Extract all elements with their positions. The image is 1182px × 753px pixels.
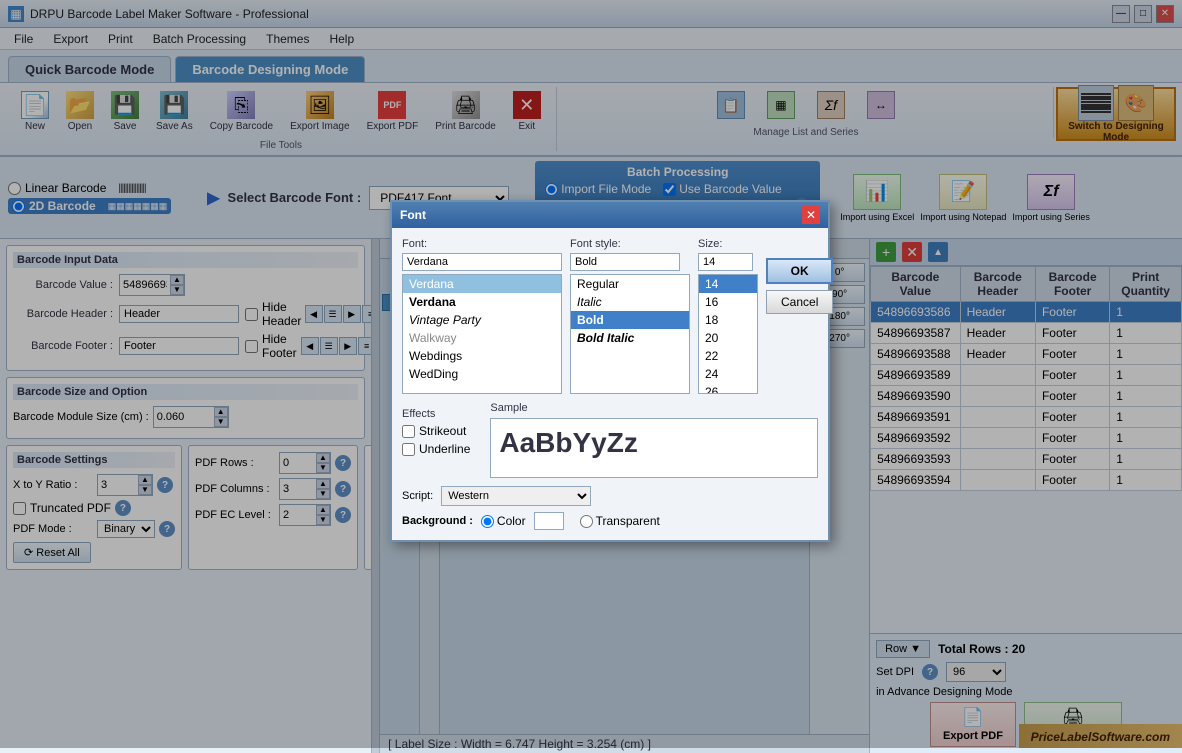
- underline-label[interactable]: Underline: [402, 442, 470, 456]
- bg-transparent-radio-label[interactable]: Transparent: [580, 514, 660, 528]
- effects-section: Effects Strikeout Underline: [402, 408, 470, 478]
- size-text-input[interactable]: [698, 253, 753, 271]
- bg-transparent-radio[interactable]: [580, 515, 593, 528]
- style-col-label: Font style:: [570, 238, 690, 250]
- effects-sample-row: Effects Strikeout Underline Sample AaBbY…: [402, 402, 818, 478]
- style-bold[interactable]: Bold: [571, 311, 689, 329]
- bg-color-radio[interactable]: [481, 515, 494, 528]
- font-item-verdana2[interactable]: Verdana: [403, 293, 561, 311]
- dialog-cancel-btn[interactable]: Cancel: [766, 290, 833, 314]
- size-16[interactable]: 16: [699, 293, 757, 311]
- font-item-walkway[interactable]: Walkway: [403, 329, 561, 347]
- sample-text: AaBbYyZz: [499, 427, 809, 459]
- sample-label: Sample: [490, 402, 818, 414]
- font-item-vintage[interactable]: Vintage Party: [403, 311, 561, 329]
- style-italic[interactable]: Italic: [571, 293, 689, 311]
- bg-color-text: Color: [497, 514, 526, 528]
- font-columns-row: Font: Verdana Verdana Vintage Party Walk…: [402, 238, 818, 394]
- font-dialog: Font ✕ Font: Verdana Verdana Vintage Par…: [390, 200, 830, 542]
- style-list[interactable]: Regular Italic Bold Bold Italic: [570, 274, 690, 394]
- font-item-verdana[interactable]: Verdana: [403, 275, 561, 293]
- font-item-webdings[interactable]: Webdings: [403, 347, 561, 365]
- underline-text: Underline: [419, 442, 470, 456]
- strikeout-checkbox[interactable]: [402, 425, 415, 438]
- style-col: Font style: Regular Italic Bold Bold Ita…: [570, 238, 690, 394]
- bg-color-swatch[interactable]: [534, 512, 564, 530]
- strikeout-text: Strikeout: [419, 424, 466, 438]
- dialog-close-btn[interactable]: ✕: [802, 206, 820, 224]
- sample-area: Sample AaBbYyZz: [490, 402, 818, 478]
- font-item-wedding[interactable]: WedDing: [403, 365, 561, 383]
- script-label: Script:: [402, 490, 433, 502]
- style-text-input[interactable]: [570, 253, 680, 271]
- bg-transparent-text: Transparent: [596, 514, 660, 528]
- bg-color-radio-label[interactable]: Color: [481, 514, 526, 528]
- dialog-ok-btn[interactable]: OK: [766, 258, 833, 284]
- size-14[interactable]: 14: [699, 275, 757, 293]
- script-row: Script: Western: [402, 486, 818, 506]
- size-col: Size: 14 16 18 20 22 24 26: [698, 238, 758, 394]
- size-26[interactable]: 26: [699, 383, 757, 394]
- font-col-label: Font:: [402, 238, 562, 250]
- strikeout-label[interactable]: Strikeout: [402, 424, 470, 438]
- size-18[interactable]: 18: [699, 311, 757, 329]
- font-list[interactable]: Verdana Verdana Vintage Party Walkway We…: [402, 274, 562, 394]
- size-22[interactable]: 22: [699, 347, 757, 365]
- dialog-body: Font: Verdana Verdana Vintage Party Walk…: [392, 228, 828, 540]
- style-bold-italic[interactable]: Bold Italic: [571, 329, 689, 347]
- underline-checkbox[interactable]: [402, 443, 415, 456]
- background-section: Background : Color Transparent: [402, 512, 818, 530]
- size-list[interactable]: 14 16 18 20 22 24 26: [698, 274, 758, 394]
- style-regular[interactable]: Regular: [571, 275, 689, 293]
- dialog-title-text: Font: [400, 208, 426, 222]
- sample-section: AaBbYyZz: [490, 418, 818, 478]
- font-text-input[interactable]: [402, 253, 562, 271]
- background-label: Background :: [402, 515, 473, 527]
- dialog-action-col: OK Cancel: [766, 238, 833, 394]
- size-24[interactable]: 24: [699, 365, 757, 383]
- font-col: Font: Verdana Verdana Vintage Party Walk…: [402, 238, 562, 394]
- dialog-title-bar: Font ✕: [392, 202, 828, 228]
- effects-title: Effects: [402, 408, 470, 420]
- size-20[interactable]: 20: [699, 329, 757, 347]
- size-col-label: Size:: [698, 238, 758, 250]
- script-select[interactable]: Western: [441, 486, 591, 506]
